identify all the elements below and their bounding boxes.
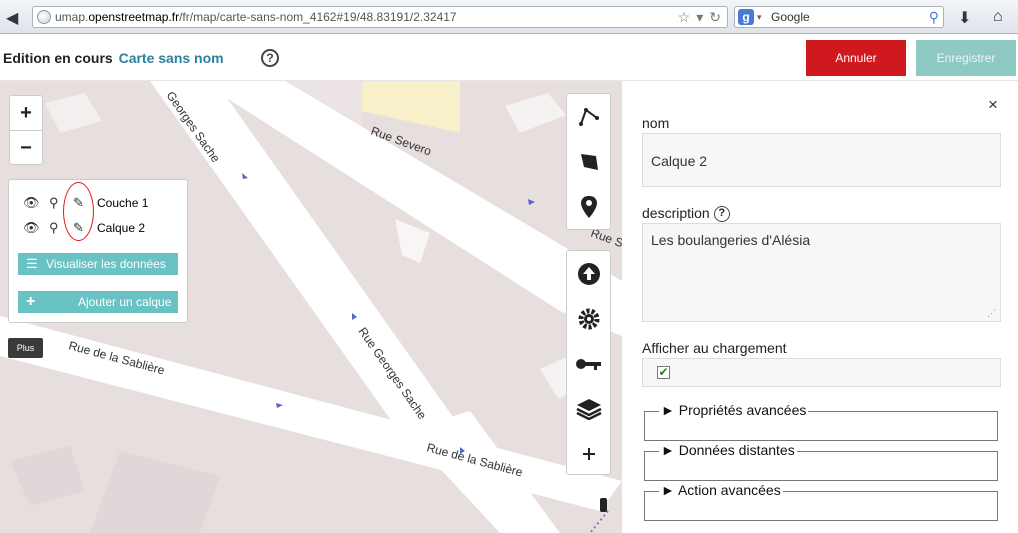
page-title: Edition en cours Carte sans nom bbox=[3, 50, 224, 66]
eye-icon[interactable]: 👁 bbox=[23, 195, 40, 211]
name-input[interactable]: Calque 2 bbox=[642, 133, 1001, 187]
marker-pin-icon bbox=[580, 195, 597, 218]
site-globe-icon bbox=[37, 10, 51, 24]
display-on-load-checkbox[interactable]: ✔ bbox=[657, 366, 670, 379]
building-block bbox=[90, 451, 220, 533]
url-domain: openstreetmap.fr bbox=[88, 10, 180, 24]
traffic-light-icon bbox=[600, 498, 607, 512]
polyline-icon bbox=[578, 107, 599, 126]
description-value: Les boulangeries d'Alésia bbox=[651, 232, 811, 248]
section-legend[interactable]: ► Propriétés avancées bbox=[659, 402, 809, 418]
map-settings-button[interactable] bbox=[567, 296, 610, 341]
center-view-button[interactable] bbox=[567, 431, 610, 476]
zoom-to-layer-icon[interactable]: ⚲ bbox=[49, 220, 59, 236]
search-icon[interactable]: ⚲ bbox=[929, 7, 939, 27]
courtyard bbox=[395, 219, 430, 263]
editing-label: Edition en cours bbox=[3, 50, 113, 66]
section-legend[interactable]: ► Données distantes bbox=[659, 442, 797, 458]
layer-label: Calque 2 bbox=[97, 221, 146, 235]
courtyard bbox=[505, 93, 566, 133]
home-icon[interactable]: ⌂ bbox=[993, 8, 1003, 26]
layer-edit-panel: × nom Calque 2 description? Les boulange… bbox=[622, 81, 1018, 533]
name-value: Calque 2 bbox=[651, 153, 708, 169]
engine-dropdown-icon[interactable]: ▾ bbox=[757, 7, 762, 27]
cancel-button[interactable]: Annuler bbox=[806, 40, 906, 76]
description-label: description? bbox=[642, 205, 730, 223]
view-data-button[interactable]: ☰ Visualiser les données bbox=[18, 253, 178, 275]
list-icon: ☰ bbox=[26, 256, 38, 271]
map-name-link[interactable]: Carte sans nom bbox=[119, 50, 224, 66]
dropdown-arrow-icon[interactable]: ▾ bbox=[696, 9, 703, 25]
advanced-actions-section[interactable]: ► Action avancées bbox=[644, 482, 998, 521]
bookmark-star-icon[interactable]: ☆ bbox=[678, 9, 691, 25]
url-path: /fr/map/carte-sans-nom_4162#19/48.83191/… bbox=[179, 10, 457, 24]
google-logo-icon: g bbox=[738, 9, 754, 25]
draw-polygon-button[interactable] bbox=[567, 139, 610, 184]
search-placeholder: Google bbox=[771, 10, 810, 24]
highlight-annotation bbox=[63, 182, 94, 241]
back-icon[interactable]: ◀ bbox=[6, 8, 18, 28]
eye-icon[interactable]: 👁 bbox=[23, 220, 40, 236]
zoom-control: + − bbox=[9, 95, 43, 165]
dotted-path bbox=[589, 510, 609, 533]
url-prefix: umap. bbox=[55, 10, 89, 24]
more-button[interactable]: Plus bbox=[8, 338, 43, 358]
layers-stack-icon bbox=[575, 398, 602, 420]
gear-icon bbox=[578, 308, 599, 329]
advanced-properties-section[interactable]: ► Propriétés avancées bbox=[644, 402, 998, 441]
zoom-to-layer-icon[interactable]: ⚲ bbox=[49, 195, 59, 211]
close-icon[interactable]: × bbox=[988, 95, 998, 115]
description-textarea[interactable]: Les boulangeries d'Alésia ⋰ bbox=[642, 223, 1001, 322]
compress-arrows-icon bbox=[578, 443, 599, 464]
layers-panel: 👁 ⚲ ✎ Couche 1 👁 ⚲ ✎ Calque 2 ☰ Visualis… bbox=[8, 179, 188, 323]
edit-header: Edition en cours Carte sans nom ? Annule… bbox=[0, 34, 1018, 81]
draw-marker-button[interactable] bbox=[567, 184, 610, 229]
draw-line-button[interactable] bbox=[567, 94, 610, 139]
key-icon bbox=[575, 358, 601, 370]
zoom-out-button[interactable]: − bbox=[10, 130, 42, 164]
upload-icon bbox=[577, 262, 600, 285]
save-button[interactable]: Enregistrer bbox=[916, 40, 1016, 76]
name-label: nom bbox=[642, 115, 670, 131]
help-icon[interactable]: ? bbox=[261, 49, 279, 67]
import-button[interactable] bbox=[567, 251, 610, 296]
view-data-label: Visualiser les données bbox=[46, 257, 166, 271]
reload-icon[interactable]: ↻ bbox=[709, 9, 721, 25]
plus-icon: + bbox=[26, 293, 36, 310]
search-bar[interactable]: g ▾ Google ⚲ bbox=[734, 6, 944, 28]
add-layer-button[interactable]: + Ajouter un calque bbox=[18, 291, 178, 313]
building-block bbox=[10, 446, 85, 506]
browser-toolbar: ◀ umap.openstreetmap.fr/fr/map/carte-san… bbox=[0, 0, 1018, 34]
permissions-button[interactable] bbox=[567, 341, 610, 386]
url-bar[interactable]: umap.openstreetmap.fr/fr/map/carte-sans-… bbox=[32, 6, 728, 28]
display-on-load-label: Afficher au chargement bbox=[642, 340, 787, 356]
layer-label: Couche 1 bbox=[97, 196, 149, 210]
description-label-text: description bbox=[642, 205, 710, 221]
display-on-load-row: ✔ bbox=[642, 358, 1001, 387]
remote-data-section[interactable]: ► Données distantes bbox=[644, 442, 998, 481]
oneway-arrow bbox=[528, 199, 535, 205]
download-icon[interactable]: ⬇ bbox=[958, 8, 971, 28]
draw-toolbar bbox=[566, 93, 611, 230]
add-layer-label: Ajouter un calque bbox=[78, 295, 172, 309]
help-icon[interactable]: ? bbox=[713, 206, 730, 223]
section-legend[interactable]: ► Action avancées bbox=[659, 482, 783, 498]
settings-toolbar bbox=[566, 250, 611, 475]
tilelayer-button[interactable] bbox=[567, 386, 610, 431]
resize-handle-icon[interactable]: ⋰ bbox=[987, 308, 996, 319]
zoom-in-button[interactable]: + bbox=[10, 96, 42, 130]
polygon-icon bbox=[580, 153, 598, 170]
